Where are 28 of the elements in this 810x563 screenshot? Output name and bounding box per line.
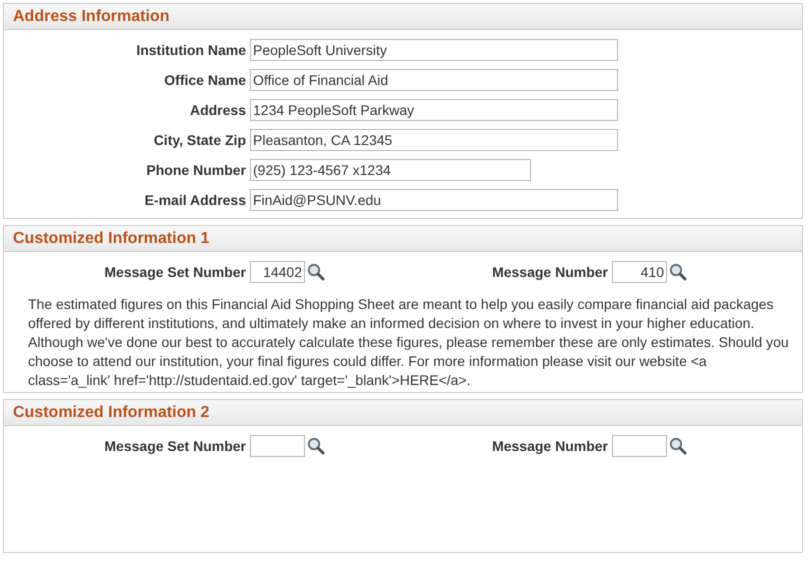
field-label: Message Number — [491, 264, 609, 280]
field-label: Message Number — [491, 438, 609, 454]
field-label: Office Name — [163, 72, 247, 88]
section-title: Customized Information 1 — [13, 230, 210, 248]
search-icon[interactable] — [669, 437, 687, 455]
search-icon[interactable] — [307, 263, 325, 281]
field-label: E-mail Address — [144, 192, 247, 208]
section-title: Customized Information 2 — [13, 404, 210, 422]
field-label: Message Set Number — [103, 264, 247, 280]
message-text: The estimated figures on this Financial Aid Shopping Sheet are meant to help you easily compare financial aid packages offered by different institutions, and ultimately make an informed decision on where to invest in your higher education. Although we've done our best to accurately calculate these figures, please remember these are only estimates. Should you choose to attend our institution, your final figures could differ. For more information please visit our website <a class='a_link' href='http://studentaid.ed.gov' target='_blank'>HERE</a>. — [28, 295, 790, 390]
input-field[interactable] — [250, 435, 305, 457]
input-field[interactable]: 410 — [612, 261, 667, 283]
search-icon[interactable] — [669, 263, 687, 281]
field-label: Institution Name — [135, 42, 247, 58]
input-field[interactable]: 1234 PeopleSoft Parkway — [250, 99, 618, 121]
section-title: Address Information — [13, 8, 170, 26]
input-field[interactable]: FinAid@PSUNV.edu — [250, 189, 618, 211]
input-field[interactable]: 14402 — [250, 261, 305, 283]
field-label: City, State Zip — [152, 132, 247, 148]
input-field[interactable]: Pleasanton, CA 12345 — [250, 129, 618, 151]
field-label: Address — [188, 102, 247, 118]
input-field[interactable]: (925) 123-4567 x1234 — [250, 159, 531, 181]
input-field[interactable]: Office of Financial Aid — [250, 69, 618, 91]
field-label: Phone Number — [145, 162, 247, 178]
field-label: Message Set Number — [103, 438, 247, 454]
search-icon[interactable] — [307, 437, 325, 455]
input-field[interactable] — [612, 435, 667, 457]
input-field[interactable]: PeopleSoft University — [250, 39, 618, 61]
